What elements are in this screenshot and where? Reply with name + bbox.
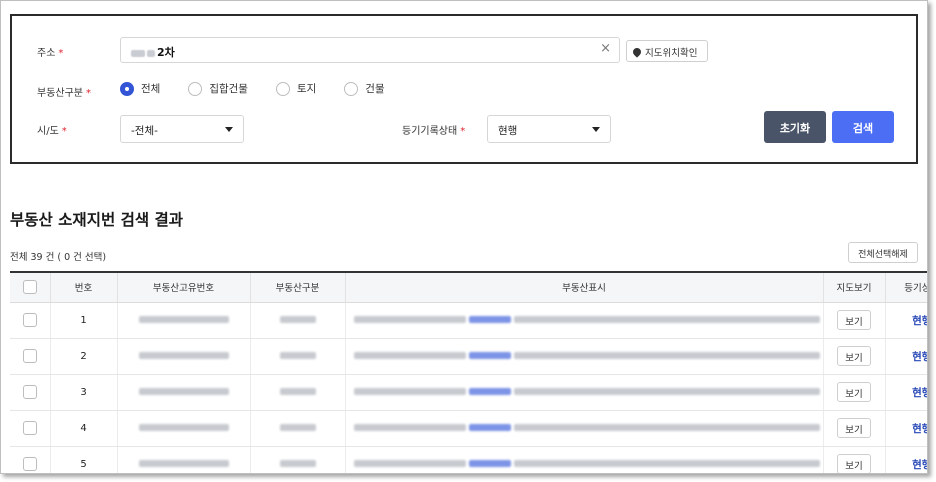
row-checkbox[interactable] [22,313,37,327]
blurred-type [250,410,346,447]
type-label: 부동산구분 * [37,88,91,99]
blurred-id [117,446,251,473]
radio-checked-icon [120,81,134,96]
table-row: 1 보기 현행 [10,302,927,339]
address-value: 2차 [157,46,175,59]
blurred-type [250,302,346,339]
reset-button[interactable]: 초기화 [764,111,826,143]
blurred-id [117,410,251,447]
column-header: 등기상태 [885,271,927,303]
table-row: 2 보기 현행 [10,338,927,375]
radio-unchecked-icon [188,81,203,96]
status-select[interactable]: 현행 [487,115,611,143]
row-checkbox[interactable] [22,457,37,471]
radio-collective-building[interactable]: 집합건물 [188,81,248,96]
row-number: 3 [50,374,118,411]
row-number: 2 [50,338,118,375]
radio-label: 토지 [296,83,317,95]
column-header: 부동산표시 [345,271,824,303]
sido-label: 시/도 * [37,126,67,137]
row-checkbox[interactable] [22,385,37,399]
app-window: 주소 * 2차 × 지도위치확인 부동산구분 * 전체 집합건물 토지 건물 시… [0,0,928,474]
address-input[interactable]: 2차 × [120,37,620,63]
close-icon[interactable]: × [600,41,611,56]
chevron-down-icon [225,127,233,132]
select-all-checkbox[interactable] [22,280,37,295]
table-row: 4 보기 현행 [10,410,927,447]
column-header: 부동산고유번호 [117,271,251,303]
table-row: 3 보기 현행 [10,374,927,411]
row-checkbox[interactable] [22,349,37,363]
blurred-text [131,49,145,57]
blurred-id [117,338,251,375]
row-number: 5 [50,446,118,473]
radio-label: 집합건물 [209,83,248,95]
radio-label: 전체 [141,83,161,95]
registry-status[interactable]: 현행 [912,387,927,399]
blurred-address [345,374,824,411]
registry-status[interactable]: 현행 [912,351,927,363]
radio-land[interactable]: 토지 [275,81,317,96]
table-header-row: 번호 부동산고유번호 부동산구분 부동산표시 지도보기 등기상태 [10,271,927,303]
map-pin-icon [631,46,643,58]
blurred-address [345,302,824,339]
sido-value: -전체- [131,125,158,137]
select-all-checkbox-cell [10,271,51,303]
blurred-type [250,374,346,411]
radio-building[interactable]: 건물 [344,81,385,96]
radio-unchecked-icon [275,81,290,96]
column-header: 부동산구분 [250,271,346,303]
status-value: 현행 [498,125,518,137]
blurred-id [117,302,251,339]
status-label: 등기기록상태 * [402,126,466,137]
sido-select[interactable]: -전체- [120,115,244,143]
type-radio-group: 전체 집합건물 토지 건물 [120,81,413,96]
results-table: 번호 부동산고유번호 부동산구분 부동산표시 지도보기 등기상태 1 보기 현행… [10,271,927,473]
registry-status[interactable]: 현행 [912,315,927,327]
blurred-address [345,446,824,473]
radio-label: 건물 [365,83,385,95]
search-panel: 주소 * 2차 × 지도위치확인 부동산구분 * 전체 집합건물 토지 건물 시… [10,14,918,164]
search-button[interactable]: 검색 [832,111,894,143]
deselect-all-button[interactable]: 전체선택해제 [848,242,918,263]
map-view-button[interactable]: 보기 [837,454,871,473]
row-checkbox[interactable] [22,421,37,435]
map-view-button[interactable]: 보기 [837,382,871,402]
column-header: 번호 [50,271,118,303]
blurred-type [250,338,346,375]
results-count: 전체 39 건 ( 0 건 선택) [10,252,107,263]
chevron-down-icon [592,127,600,132]
row-number: 4 [50,410,118,447]
blurred-address [345,410,824,447]
blurred-address [345,338,824,375]
registry-status[interactable]: 현행 [912,423,927,435]
blurred-id [117,374,251,411]
radio-unchecked-icon [344,81,359,96]
map-view-button[interactable]: 보기 [837,418,871,438]
address-label: 주소 * [37,48,64,59]
radio-all[interactable]: 전체 [120,81,160,96]
row-number: 1 [50,302,118,339]
table-row: 5 보기 현행 [10,446,927,473]
column-header: 지도보기 [823,271,886,303]
map-view-button[interactable]: 보기 [837,310,871,330]
map-location-label: 지도위치확인 [645,48,698,59]
map-location-button[interactable]: 지도위치확인 [626,40,708,62]
blurred-text [147,49,155,57]
registry-status[interactable]: 현행 [912,459,927,471]
map-view-button[interactable]: 보기 [837,346,871,366]
blurred-type [250,446,346,473]
results-title: 부동산 소재지번 검색 결과 [10,211,184,229]
